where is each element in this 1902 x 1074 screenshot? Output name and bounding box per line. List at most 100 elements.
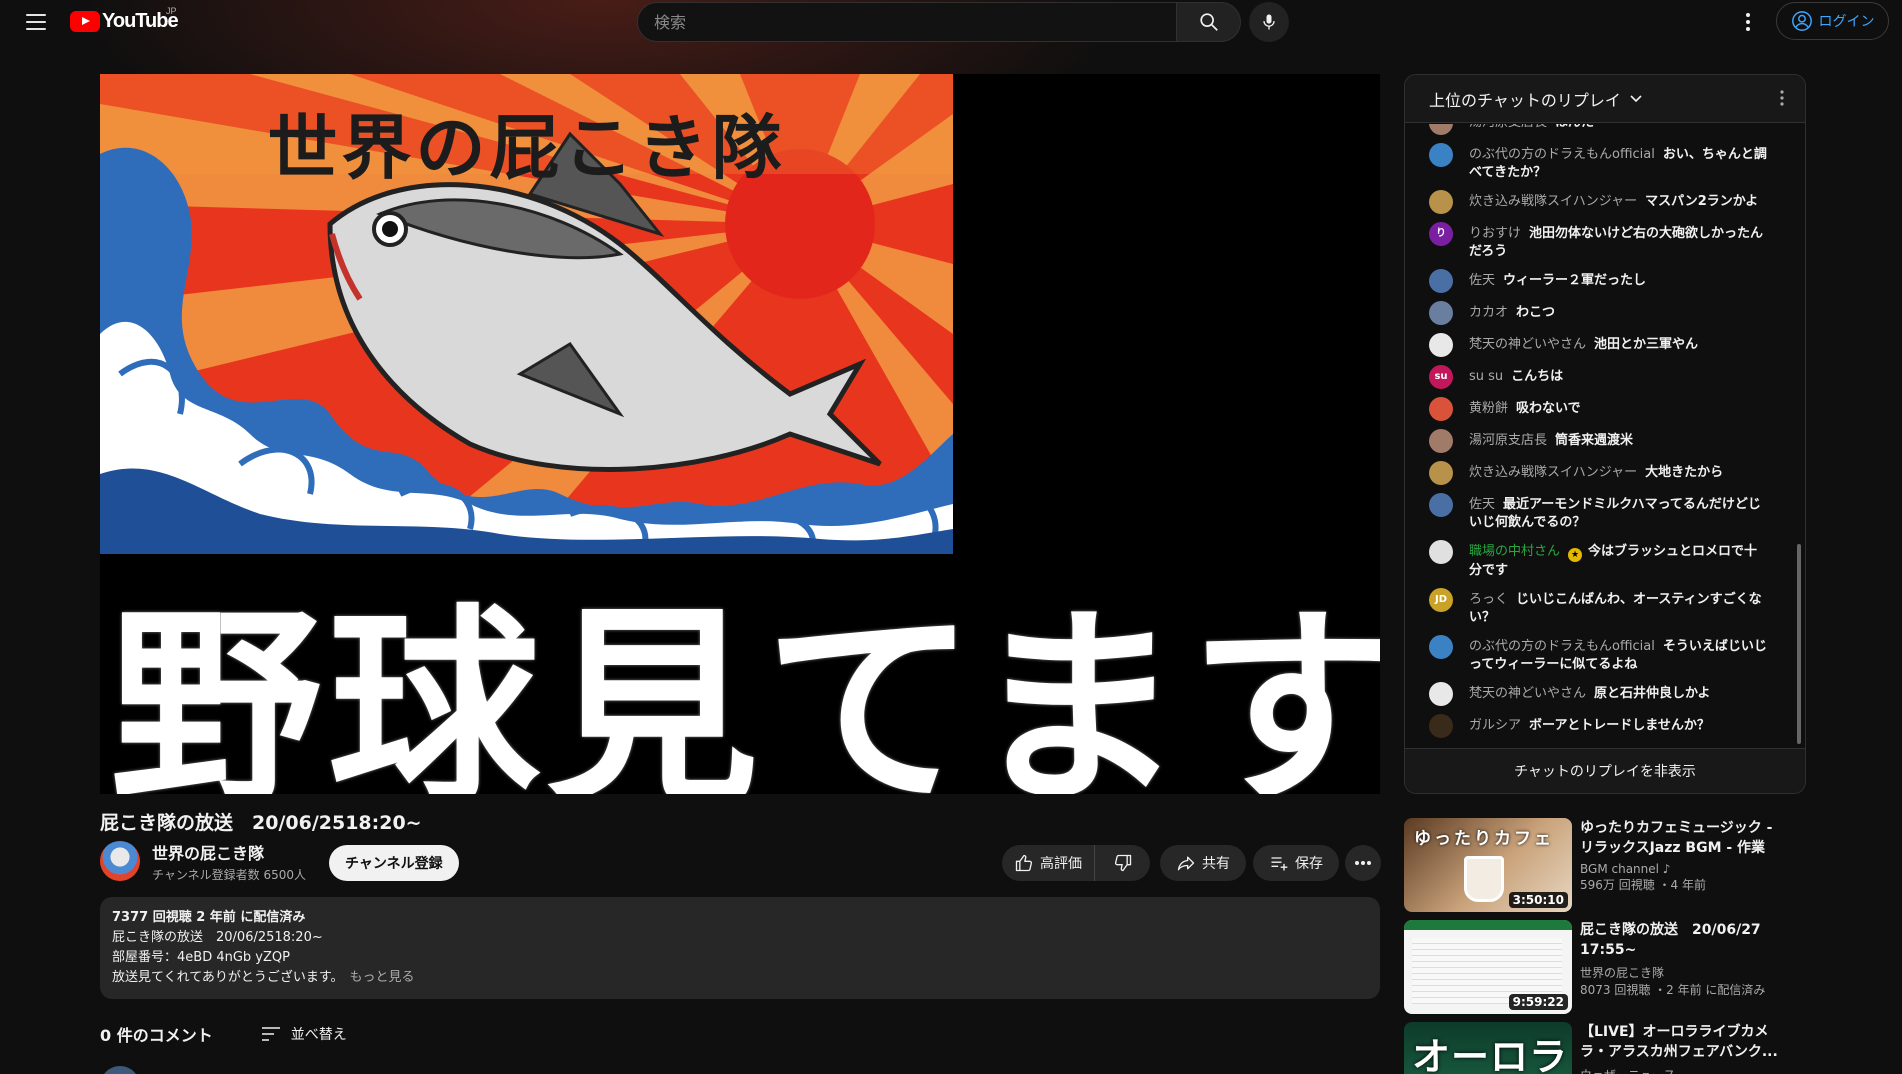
chat-message[interactable]: りりおすけ 池田勿体ないけど右の大砲欲しかったんだろう — [1405, 218, 1791, 265]
chat-author[interactable]: りおすけ — [1469, 226, 1521, 241]
chat-avatar[interactable] — [1429, 682, 1453, 706]
chat-author[interactable]: 職場の中村さん — [1469, 544, 1560, 559]
chat-message[interactable]: 梵天の神どいやさん 池田とか三軍やん — [1405, 329, 1791, 361]
voice-search-button[interactable] — [1249, 2, 1289, 42]
sort-button[interactable]: 並べ替え — [261, 1024, 347, 1044]
chat-author[interactable]: ガルシア — [1469, 718, 1521, 733]
recommended-video[interactable]: 9:59:22 屁こき隊の放送 20/06/27 17:55~ 世界の屁こき隊 … — [1404, 920, 1874, 1014]
more-vert-icon[interactable] — [1779, 89, 1785, 107]
overlay-caption: 野球見てます — [110, 586, 1380, 795]
chat-message[interactable]: su su su こんちは — [1405, 361, 1791, 393]
channel-avatar[interactable] — [100, 841, 140, 881]
chat-avatar[interactable] — [1429, 493, 1453, 517]
chat-author[interactable]: su su — [1469, 369, 1503, 384]
recommended-stats: 596万 回視聴 ・4 年前 — [1580, 878, 1706, 892]
menu-icon[interactable] — [20, 10, 52, 34]
chat-author[interactable]: 湯河原支店長 — [1469, 124, 1547, 130]
chat-message[interactable]: 湯河原支店長 ほんた — [1405, 124, 1791, 139]
chat-author[interactable]: 佐天 — [1469, 497, 1495, 512]
more-actions-button[interactable] — [1345, 845, 1381, 881]
subscriber-count: チャンネル登録者数 6500人 — [152, 867, 306, 882]
chat-mode-label[interactable]: 上位のチャットのリプレイ — [1429, 87, 1621, 111]
comment-avatar — [100, 1066, 140, 1074]
recommended-thumbnail: ゆったりカフェ 3:50:10 — [1404, 818, 1572, 912]
chat-avatar[interactable] — [1429, 429, 1453, 453]
chat-message[interactable]: 黄粉餅 吸わないで — [1405, 393, 1791, 425]
chat-avatar[interactable] — [1429, 301, 1453, 325]
chat-author[interactable]: カカオ — [1469, 305, 1508, 320]
chat-avatar[interactable] — [1429, 143, 1453, 167]
chat-scrollbar[interactable] — [1797, 544, 1801, 744]
subscribe-button[interactable]: チャンネル登録 — [329, 845, 459, 881]
recommended-channel: ウェザーニュース — [1580, 1066, 1790, 1074]
chat-avatar[interactable]: り — [1429, 222, 1453, 246]
hide-chat-replay-button[interactable]: チャットのリプレイを非表示 — [1405, 748, 1805, 793]
recommended-video[interactable]: オーロラ 【LIVE】オーロラライブカメラ・アラスカ州フェアバンク... ウェザ… — [1404, 1022, 1874, 1074]
search-button[interactable] — [1177, 2, 1241, 42]
chat-author[interactable]: 炊き込み戦隊スイハンジャー — [1469, 194, 1637, 209]
chat-body: ウィーラー２軍だったし — [1503, 273, 1647, 288]
recommended-title: 【LIVE】オーロラライブカメラ・アラスカ州フェアバンク... — [1580, 1024, 1778, 1060]
recommended-video[interactable]: ゆったりカフェ 3:50:10 ゆったりカフェミュージック - リラックスJaz… — [1404, 818, 1874, 912]
share-button[interactable]: 共有 — [1160, 845, 1246, 881]
chat-message[interactable]: 職場の中村さん ★ 今はブラッシュとロメロで十分です — [1405, 536, 1791, 584]
chat-author[interactable]: のぶ代の方のドラえもんofficial — [1469, 147, 1655, 162]
chat-avatar[interactable] — [1429, 269, 1453, 293]
channel-name[interactable]: 世界の屁こき隊 — [152, 840, 306, 864]
chat-message[interactable]: ガルシア ボーアとトレードしませんか？ — [1405, 710, 1791, 742]
chat-message[interactable]: 佐天 ウィーラー２軍だったし — [1405, 265, 1791, 297]
chat-avatar[interactable]: JD — [1429, 588, 1453, 612]
show-more-link[interactable]: もっと見る — [350, 970, 415, 985]
login-button[interactable]: ログイン — [1776, 2, 1889, 40]
chat-body: マスパン2ランかよ — [1645, 194, 1759, 209]
thumb-down-icon — [1114, 854, 1131, 872]
chat-author[interactable]: 炊き込み戦隊スイハンジャー — [1469, 465, 1637, 480]
chat-author[interactable]: 黄粉餅 — [1469, 401, 1508, 416]
chat-avatar[interactable] — [1429, 190, 1453, 214]
chat-avatar[interactable] — [1429, 124, 1453, 135]
search-input[interactable] — [654, 12, 1176, 32]
chat-avatar[interactable] — [1429, 714, 1453, 738]
chat-message[interactable]: のぶ代の方のドラえもんofficial おい、ちゃんと調べてきたか？ — [1405, 139, 1791, 186]
view-stats: 7377 回視聴 2 年前 に配信済み — [112, 910, 306, 925]
youtube-logo[interactable]: YouTube JP — [70, 6, 179, 33]
dislike-button[interactable] — [1095, 845, 1150, 881]
recommended-thumbnail: 9:59:22 — [1404, 920, 1572, 1014]
duration-badge: 9:59:22 — [1508, 994, 1568, 1010]
chat-message[interactable]: 湯河原支店長 筒香来週渡米 — [1405, 425, 1791, 457]
chat-author[interactable]: ろっく — [1469, 592, 1508, 607]
chat-message[interactable]: 梵天の神どいやさん 原と石井仲良しかよ — [1405, 678, 1791, 710]
chat-messages[interactable]: 湯河原支店長 ほんたのぶ代の方のドラえもんofficialおい、ちゃんと調べてきた… — [1405, 124, 1805, 748]
chat-avatar[interactable] — [1429, 333, 1453, 357]
artwork-title: 世界の屁こき隊 — [267, 106, 786, 189]
video-player[interactable]: 世界の屁こき隊 野球見てます — [100, 74, 1380, 794]
chat-message[interactable]: 佐天 最近アーモンドミルクハマってるんだけどじいじ何飲んでるの？ — [1405, 489, 1791, 536]
chat-author[interactable]: 梵天の神どいやさん — [1469, 686, 1586, 701]
description-box[interactable]: 7377 回視聴 2 年前 に配信済み 屁こき隊の放送 20/06/2518:2… — [100, 897, 1380, 999]
chat-avatar[interactable] — [1429, 461, 1453, 485]
chevron-down-icon[interactable] — [1629, 94, 1643, 104]
save-button[interactable]: 保存 — [1253, 845, 1339, 881]
chat-author[interactable]: 湯河原支店長 — [1469, 433, 1547, 448]
recommended-channel: BGM channel ♪ — [1580, 862, 1671, 876]
description-line: 屁こき隊の放送 20/06/2518:20~ — [112, 930, 323, 945]
chat-author[interactable]: 佐天 — [1469, 273, 1495, 288]
chat-author[interactable]: 梵天の神どいやさん — [1469, 337, 1586, 352]
chat-body: 原と石井仲良しかよ — [1594, 686, 1711, 701]
chat-message-text: 黄粉餅 吸わないで — [1469, 397, 1581, 421]
chat-author[interactable]: のぶ代の方のドラえもんofficial — [1469, 639, 1655, 654]
like-button[interactable]: 高評価 — [1002, 845, 1095, 881]
chat-avatar[interactable] — [1429, 635, 1453, 659]
chat-message[interactable]: 炊き込み戦隊スイハンジャー マスパン2ランかよ — [1405, 186, 1791, 218]
settings-more-button[interactable] — [1734, 8, 1762, 36]
account-icon — [1791, 11, 1812, 31]
chat-message[interactable]: JD ろっく じいじこんばんわ、オースティンすごくない？ — [1405, 584, 1791, 631]
chat-message[interactable]: 炊き込み戦隊スイハンジャー 大地きたから — [1405, 457, 1791, 489]
chat-body: じいじこんばんわ、オースティンすごくない？ — [1469, 592, 1762, 625]
chat-body: ボーアとトレードしませんか？ — [1529, 718, 1710, 733]
chat-message[interactable]: のぶ代の方のドラえもんofficial そういえばじいじってウィーラーに似てるよね — [1405, 631, 1791, 678]
chat-avatar[interactable]: su — [1429, 365, 1453, 389]
chat-avatar[interactable] — [1429, 397, 1453, 421]
chat-avatar[interactable] — [1429, 540, 1453, 564]
chat-message[interactable]: カカオ わこつ — [1405, 297, 1791, 329]
